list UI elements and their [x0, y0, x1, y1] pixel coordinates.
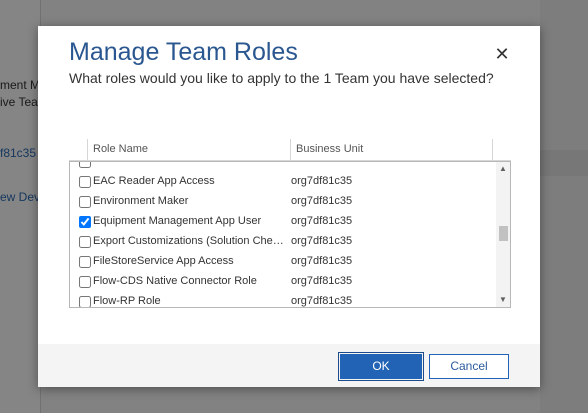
table-row: Flow-RP Role org7df81c35: [70, 292, 495, 307]
roles-rows: EAC Reader App Access org7df81c35 Enviro…: [70, 162, 495, 307]
row-checkbox[interactable]: [79, 236, 91, 248]
row-checkbox[interactable]: [79, 256, 91, 268]
table-row: Flow-CDS Native Connector Role org7df81c…: [70, 272, 495, 292]
dialog-subtitle: What roles would you like to apply to th…: [69, 70, 494, 86]
table-row: [70, 162, 495, 172]
business-unit: org7df81c35: [291, 215, 353, 227]
column-spacer: [492, 139, 516, 160]
business-unit: org7df81c35: [291, 175, 353, 187]
vertical-scrollbar[interactable]: ▲ ▼: [496, 162, 510, 307]
role-name: Flow-RP Role: [93, 295, 161, 307]
business-unit: org7df81c35: [291, 295, 353, 307]
grid-header: Role Name Business Unit: [69, 139, 511, 161]
role-name: FileStoreService App Access: [93, 255, 234, 267]
business-unit: org7df81c35: [291, 195, 353, 207]
dialog-title: Manage Team Roles: [69, 38, 298, 66]
row-checkbox[interactable]: [79, 196, 91, 208]
scroll-up-icon[interactable]: ▲: [496, 163, 510, 175]
row-checkbox[interactable]: [79, 216, 91, 228]
business-unit: org7df81c35: [291, 255, 353, 267]
column-role-name[interactable]: Role Name: [87, 139, 289, 160]
cancel-button[interactable]: Cancel: [429, 354, 509, 379]
table-row: Equipment Management App User org7df81c3…: [70, 212, 495, 232]
roles-grid: EAC Reader App Access org7df81c35 Enviro…: [69, 161, 511, 308]
role-name: Flow-CDS Native Connector Role: [93, 275, 257, 287]
table-row: Environment Maker org7df81c35: [70, 192, 495, 212]
role-name: EAC Reader App Access: [93, 175, 215, 187]
role-name: Equipment Management App User: [93, 215, 262, 227]
manage-team-roles-dialog: Manage Team Roles What roles would you l…: [38, 26, 540, 387]
scrollbar-thumb[interactable]: [499, 226, 508, 241]
row-checkbox[interactable]: [79, 296, 91, 307]
column-business-unit[interactable]: Business Unit: [290, 139, 492, 160]
table-row: FileStoreService App Access org7df81c35: [70, 252, 495, 272]
scroll-down-icon[interactable]: ▼: [496, 294, 510, 306]
row-checkbox[interactable]: [79, 176, 91, 188]
business-unit: org7df81c35: [291, 235, 353, 247]
table-row: EAC Reader App Access org7df81c35: [70, 172, 495, 192]
role-name: Export Customizations (Solution Check...: [93, 235, 289, 247]
role-name: Environment Maker: [93, 195, 189, 207]
row-checkbox[interactable]: [79, 276, 91, 288]
row-checkbox[interactable]: [79, 162, 91, 168]
business-unit: org7df81c35: [291, 275, 353, 287]
table-row: Export Customizations (Solution Check...…: [70, 232, 495, 252]
dialog-footer: OK Cancel: [38, 344, 540, 387]
ok-button[interactable]: OK: [338, 352, 424, 381]
close-icon[interactable]: ✕: [492, 44, 512, 64]
